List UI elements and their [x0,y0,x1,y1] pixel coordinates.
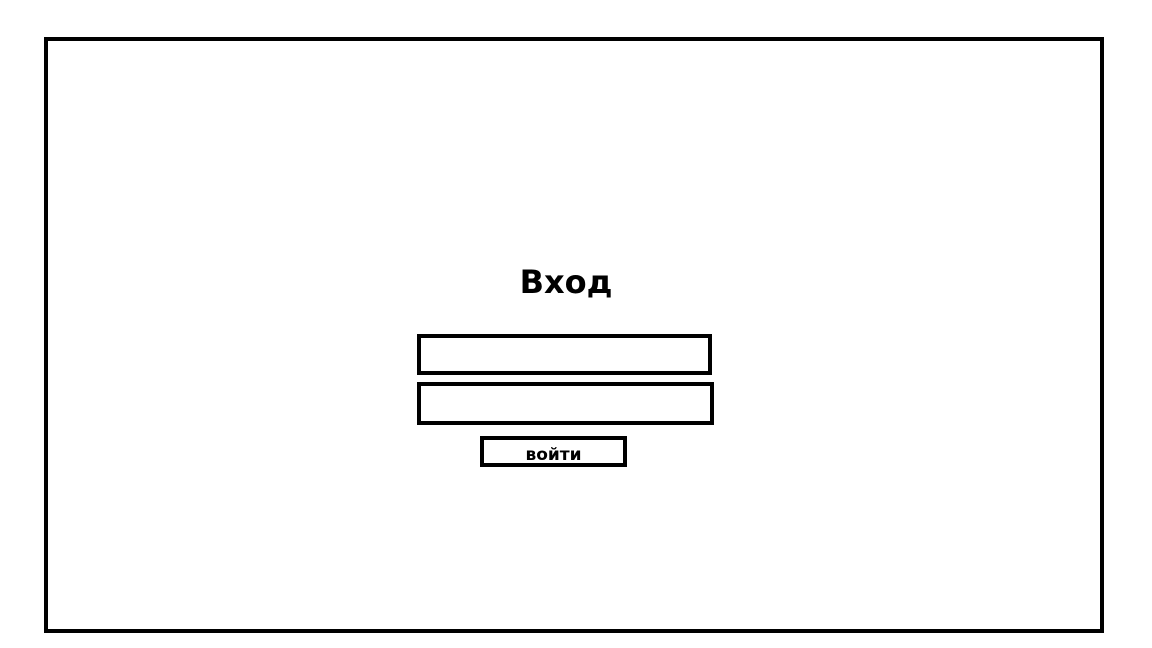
login-button[interactable]: войти [480,436,627,467]
password-field[interactable] [417,382,714,425]
page-title: Вход [519,263,613,301]
login-field[interactable] [417,334,712,375]
